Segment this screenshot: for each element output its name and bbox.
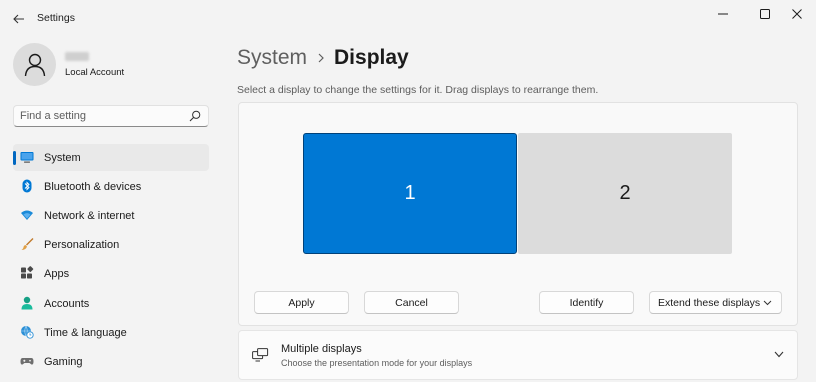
avatar[interactable] [13,43,56,86]
back-button[interactable] [8,8,30,30]
gamepad-icon [20,358,34,365]
multiple-displays-subtitle: Choose the presentation mode for your di… [281,358,473,368]
person-icon [21,296,33,310]
display-arrangement-panel: 1 2 Apply Cancel Identify Extend these d… [238,102,798,326]
sidebar-item-accounts[interactable]: Accounts [13,290,209,317]
multiple-displays-title: Multiple displays [281,343,362,355]
person-icon [24,53,45,76]
display-mode-dropdown[interactable]: Extend these displays [649,291,782,314]
sidebar-item-bluetooth-devices[interactable]: Bluetooth & devices [13,173,209,200]
breadcrumb: System Display [237,44,409,72]
wifi-icon [21,210,33,220]
close-icon [792,9,802,19]
page-title: Display [334,46,409,69]
monitor-number: 2 [619,182,631,204]
multiple-displays-section[interactable]: Multiple displays Choose the presentatio… [238,330,798,380]
sidebar-item-label: Time & language [44,327,127,339]
cancel-button[interactable]: Cancel [364,291,459,314]
sidebar-item-label: Gaming [44,356,83,368]
sidebar-item-label: Network & internet [44,210,135,222]
maximize-icon [760,9,770,19]
title-bar: Settings [0,0,816,36]
chevron-right-icon [318,53,324,63]
user-name-redacted [65,52,89,61]
close-button[interactable] [780,0,814,28]
monitor-number: 1 [404,182,416,204]
sidebar-item-label: System [44,152,81,164]
sidebar-item-label: Bluetooth & devices [44,181,142,193]
search-box [13,105,209,127]
search-icon[interactable] [189,110,201,122]
apps-icon [21,266,34,279]
monitor-2[interactable]: 2 [518,133,732,254]
back-arrow-icon [13,14,24,24]
chevron-down-icon [763,300,772,306]
display-mode-value: Extend these displays [658,296,761,309]
globe-clock-icon [21,325,34,339]
app-title: Settings [37,12,75,24]
sidebar-item-network-internet[interactable]: Network & internet [13,202,209,229]
instructions-text: Select a display to change the settings … [237,84,599,96]
sidebar-item-gaming[interactable]: Gaming [13,348,209,375]
sidebar-item-label: Personalization [44,239,120,251]
sidebar-item-time-language[interactable]: Time & language [13,319,209,346]
sidebar-item-system[interactable]: System [13,144,209,171]
bluetooth-icon [22,179,32,193]
settings-window: Settings Local Account Find a setting Sy… [0,0,816,382]
sidebar-item-label: Accounts [44,298,90,310]
maximize-button[interactable] [748,0,782,28]
sidebar-item-apps[interactable]: Apps [13,260,209,287]
chevron-down-icon[interactable] [774,351,784,358]
brush-icon [21,238,34,250]
minimize-button[interactable] [706,0,740,28]
selection-indicator [13,151,16,165]
sidebar-item-label: Apps [44,268,70,280]
monitor-1[interactable]: 1 [303,133,517,254]
identify-button[interactable]: Identify [539,291,634,314]
breadcrumb-parent-link[interactable]: System [237,46,307,70]
sidebar-item-personalization[interactable]: Personalization [13,231,209,258]
apply-button[interactable]: Apply [254,291,349,314]
monitor-icon [20,152,34,163]
search-input[interactable] [20,108,185,124]
multiple-displays-icon [252,348,269,362]
minimize-icon [718,13,728,15]
account-type: Local Account [65,67,125,78]
